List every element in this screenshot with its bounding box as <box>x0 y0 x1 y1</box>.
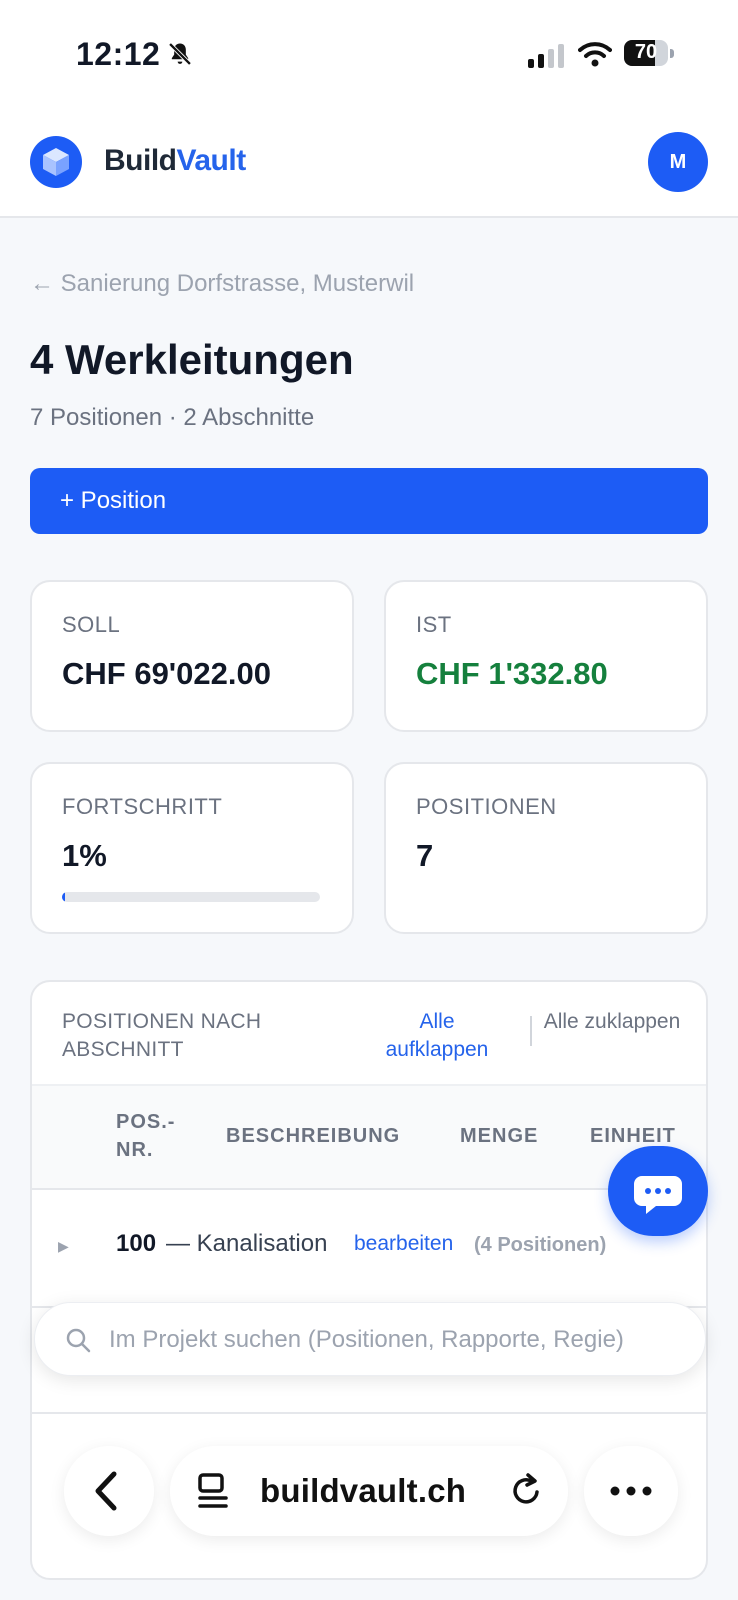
tabs-icon[interactable] <box>196 1472 232 1510</box>
column-header-pos-nr[interactable]: POS.-NR. <box>116 1108 196 1164</box>
browser-url[interactable]: buildvault.ch <box>260 1472 466 1510</box>
page-subtitle: 7 Positionen · 2 Abschnitte <box>30 404 315 431</box>
stat-value: 1% <box>62 838 107 873</box>
stat-label: FORTSCHRITT <box>62 794 223 819</box>
progress-bar <box>62 892 320 902</box>
status-bar: 12:12 70 <box>0 0 738 110</box>
breadcrumb-back-link[interactable]: ← Sanierung Dorfstrasse, Musterwil <box>30 270 414 298</box>
brand-name[interactable]: BuildVault <box>104 144 246 178</box>
column-header-description[interactable]: BESCHREIBUNG <box>226 1122 400 1150</box>
battery-percent: 70 <box>634 41 658 63</box>
battery-indicator: 70 <box>624 40 674 68</box>
chevron-left-icon <box>95 1471 117 1511</box>
more-dots-icon <box>610 1486 652 1496</box>
status-time: 12:12 <box>76 36 161 72</box>
buildvault-logo-icon[interactable] <box>30 136 82 188</box>
reload-icon[interactable] <box>506 1470 546 1510</box>
stat-label: IST <box>416 612 452 637</box>
expand-all-button[interactable]: Alle aufklappen <box>372 1008 502 1064</box>
page-title: 4 Werkleitungen <box>30 336 354 383</box>
bell-muted-icon <box>168 42 192 66</box>
stat-card-soll: SOLL CHF 69'022.00 <box>30 580 354 732</box>
chat-bubble-icon <box>634 1176 682 1214</box>
stat-card-ist: IST CHF 1'332.80 <box>384 580 708 732</box>
section-row[interactable]: ▶ 100 — Kanalisation bearbeiten (4 Posit… <box>32 1186 706 1308</box>
app-header: BuildVault M <box>0 110 738 218</box>
stat-label: POSITIONEN <box>416 794 557 819</box>
expand-triangle-icon[interactable]: ▶ <box>58 1238 69 1255</box>
stat-value: CHF 1'332.80 <box>416 656 608 691</box>
stat-card-progress: FORTSCHRITT 1% <box>30 762 354 934</box>
table-header: POS.-NR. BESCHREIBUNG MENGE EINHEIT <box>32 1084 706 1190</box>
stat-card-positions: POSITIONEN 7 <box>384 762 708 934</box>
section-number: 100 <box>116 1230 157 1257</box>
stat-value: 7 <box>416 838 434 873</box>
divider <box>530 1016 532 1046</box>
add-position-button[interactable]: + Position <box>30 468 708 534</box>
section-position-count: (4 Positionen) <box>474 1234 607 1256</box>
browser-more-button[interactable] <box>584 1446 678 1536</box>
user-avatar[interactable]: M <box>648 132 708 192</box>
stat-label: SOLL <box>62 612 121 637</box>
browser-address-bar[interactable]: buildvault.ch <box>170 1446 568 1536</box>
search-input[interactable] <box>107 1315 691 1365</box>
collapse-all-button[interactable]: Alle zuklappen <box>542 1008 682 1036</box>
chat-button[interactable] <box>608 1146 708 1236</box>
section-edit-link[interactable]: bearbeiten <box>354 1232 453 1256</box>
browser-back-button[interactable] <box>64 1446 154 1536</box>
progress-bar-fill <box>62 892 66 902</box>
project-search-bar[interactable] <box>34 1302 706 1376</box>
wifi-icon <box>578 42 612 67</box>
table-title: POSITIONEN NACH ABSCHNITT <box>62 1010 262 1061</box>
cellular-signal-icon <box>528 44 564 68</box>
column-header-quantity[interactable]: MENGE <box>460 1122 538 1150</box>
stat-value: CHF 69'022.00 <box>62 656 271 691</box>
section-name: — Kanalisation <box>166 1230 328 1257</box>
search-icon <box>66 1328 91 1353</box>
